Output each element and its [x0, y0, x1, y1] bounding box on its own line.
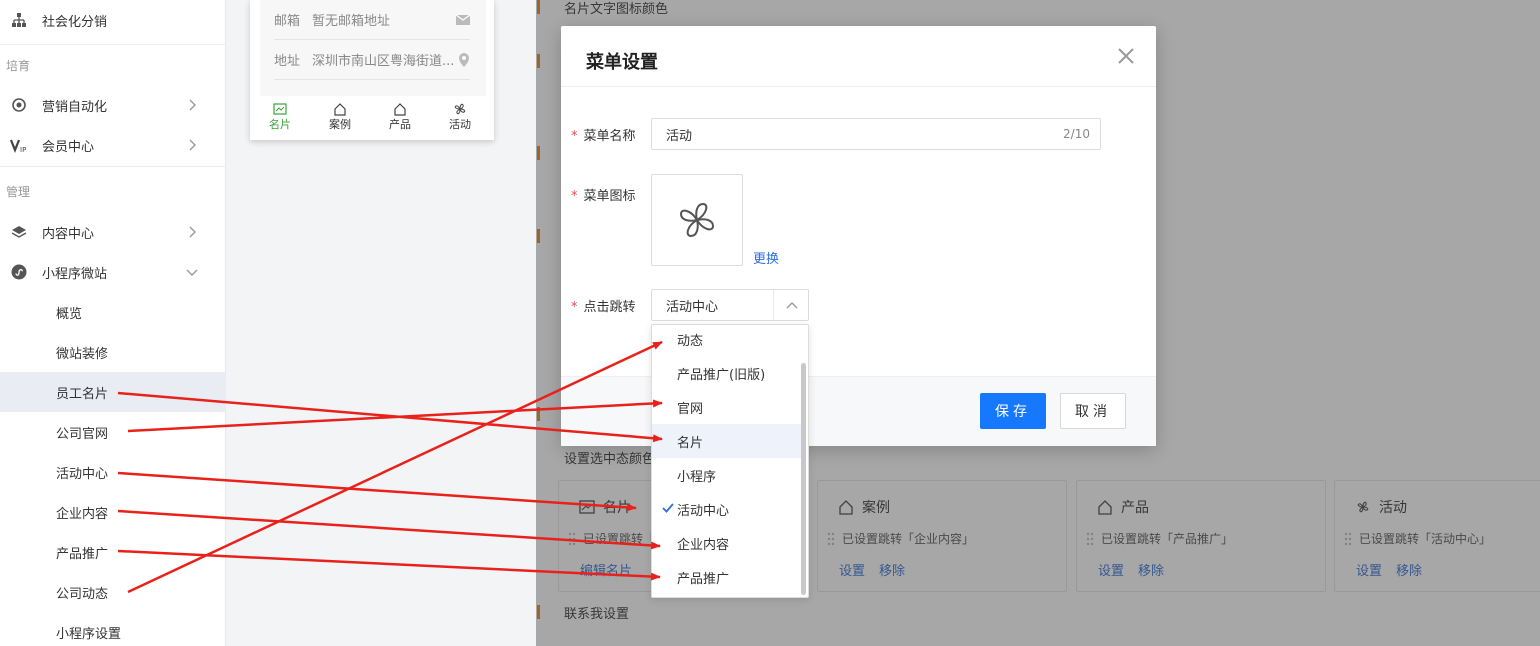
mail-icon — [456, 14, 470, 25]
close-icon[interactable] — [1116, 46, 1136, 66]
divider — [0, 166, 226, 167]
address-value: 深圳市南山区粤海街道... — [312, 54, 455, 69]
phone-tab-label: 活动 — [449, 118, 471, 131]
required-mark: * — [571, 129, 578, 144]
section-title-manage: 管理 — [6, 185, 31, 199]
dropdown-option-website[interactable]: 官网 — [652, 390, 802, 424]
menu-icon-preview[interactable] — [651, 174, 743, 266]
phone-tab-label: 案例 — [329, 118, 351, 131]
dropdown-scrollbar[interactable] — [801, 363, 806, 595]
phone-tab-label: 名片 — [269, 118, 291, 131]
org-chart-icon — [10, 11, 28, 29]
target-icon — [10, 96, 28, 114]
required-mark: * — [571, 300, 578, 315]
save-button[interactable]: 保存 — [980, 393, 1046, 429]
divider — [561, 86, 1156, 87]
sidebar-sub-employee-card[interactable]: 员工名片 — [0, 372, 226, 412]
home-icon — [394, 103, 406, 116]
replace-icon-link[interactable]: 更换 — [753, 248, 779, 267]
jump-target-select[interactable]: 活动中心 — [651, 289, 809, 321]
sidebar-sub-product-promotion[interactable]: 产品推广 — [0, 532, 226, 572]
phone-address-row: 地址 深圳市南山区粤海街道... — [274, 40, 470, 80]
menu-icon-label: * 菜单图标 — [571, 185, 636, 204]
sidebar-item-social-distribution[interactable]: 社会化分销 — [0, 0, 226, 40]
dropdown-option-product-promo-old[interactable]: 产品推广(旧版) — [652, 356, 802, 390]
sidebar-sub-mini-program-settings[interactable]: 小程序设置 — [0, 612, 226, 646]
dropdown-option-mini-program[interactable]: 小程序 — [652, 458, 802, 492]
option-label: 活动中心 — [677, 503, 730, 519]
sidebar-item-content-center[interactable]: 内容中心 — [0, 212, 226, 252]
label-text: 点击跳转 — [583, 300, 636, 315]
check-icon — [662, 503, 674, 513]
phone-preview: 邮箱 暂无邮箱地址 地址 深圳市南山区粤海街道... 名片 案例 产品 活动 — [250, 0, 494, 140]
dropdown-option-enterprise-content[interactable]: 企业内容 — [652, 526, 802, 560]
dropdown-option-card[interactable]: 名片 — [652, 424, 802, 458]
chevron-right-icon — [189, 226, 196, 238]
phone-tab-activity[interactable]: 活动 — [430, 98, 490, 140]
address-label: 地址 — [274, 54, 301, 69]
sidebar-item-mini-program[interactable]: 小程序微站 — [0, 252, 226, 292]
dialog-title: 菜单设置 — [586, 52, 658, 73]
sidebar-sub-company-site[interactable]: 公司官网 — [0, 412, 226, 452]
svg-text:IP: IP — [20, 146, 26, 153]
sidebar: 社会化分销 培育 营销自动化 IP 会员中心 管理 内容中心 小程序微站 概览 … — [0, 0, 226, 646]
phone-tab-card[interactable]: 名片 — [250, 98, 310, 140]
home-icon — [334, 103, 346, 116]
sidebar-sub-overview[interactable]: 概览 — [0, 292, 226, 332]
sidebar-sub-company-news[interactable]: 公司动态 — [0, 572, 226, 612]
select-value: 活动中心 — [666, 299, 719, 315]
dropdown-option-news[interactable]: 动态 — [652, 325, 802, 356]
layers-icon — [10, 223, 28, 241]
section-title-cultivate: 培育 — [6, 59, 31, 73]
sidebar-item-label: 营销自动化 — [42, 99, 108, 115]
cancel-button[interactable]: 取消 — [1060, 393, 1126, 429]
sidebar-sub-site-decoration[interactable]: 微站装修 — [0, 332, 226, 372]
sidebar-item-member-center[interactable]: IP 会员中心 — [0, 125, 226, 165]
menu-name-label: * 菜单名称 — [571, 125, 636, 144]
label-text: 菜单图标 — [583, 189, 636, 204]
phone-tab-label: 产品 — [389, 118, 411, 131]
phone-email-row: 邮箱 暂无邮箱地址 — [274, 0, 470, 40]
dropdown-option-product-promo[interactable]: 产品推广 — [652, 560, 802, 594]
email-value: 暂无邮箱地址 — [312, 14, 391, 29]
chevron-right-icon — [189, 99, 196, 111]
sidebar-item-label: 小程序微站 — [42, 266, 108, 282]
dropdown-option-activity-center[interactable]: 活动中心 — [652, 492, 802, 526]
pinwheel-icon — [680, 203, 714, 237]
sidebar-item-label: 内容中心 — [42, 226, 95, 242]
pinwheel-icon — [454, 103, 466, 115]
select-toggle[interactable] — [773, 290, 809, 320]
sidebar-sub-enterprise-content[interactable]: 企业内容 — [0, 492, 226, 532]
phone-tab-case[interactable]: 案例 — [310, 98, 370, 140]
char-count: 2/10 — [1063, 127, 1090, 141]
divider — [0, 44, 226, 45]
jump-target-dropdown: 动态 产品推广(旧版) 官网 名片 小程序 活动中心 企业内容 产品推广 — [651, 324, 809, 598]
label-text: 菜单名称 — [583, 129, 636, 144]
chevron-up-icon — [786, 302, 797, 309]
mini-program-icon — [10, 263, 28, 281]
vip-icon: IP — [10, 136, 28, 154]
location-icon — [459, 52, 469, 67]
jump-label: * 点击跳转 — [571, 296, 636, 315]
sidebar-item-label: 社会化分销 — [42, 14, 108, 30]
phone-tabbar: 名片 案例 产品 活动 — [250, 98, 494, 140]
required-mark: * — [571, 189, 578, 204]
chevron-right-icon — [189, 139, 196, 151]
sidebar-item-label: 会员中心 — [42, 139, 95, 155]
sidebar-item-marketing-automation[interactable]: 营销自动化 — [0, 85, 226, 125]
phone-tab-product[interactable]: 产品 — [370, 98, 430, 140]
chevron-down-icon — [186, 269, 198, 276]
menu-name-input[interactable]: 活动 2/10 — [651, 118, 1101, 150]
email-label: 邮箱 — [274, 14, 301, 29]
input-value: 活动 — [666, 128, 693, 144]
card-icon — [273, 103, 287, 115]
sidebar-sub-activity-center[interactable]: 活动中心 — [0, 452, 226, 492]
